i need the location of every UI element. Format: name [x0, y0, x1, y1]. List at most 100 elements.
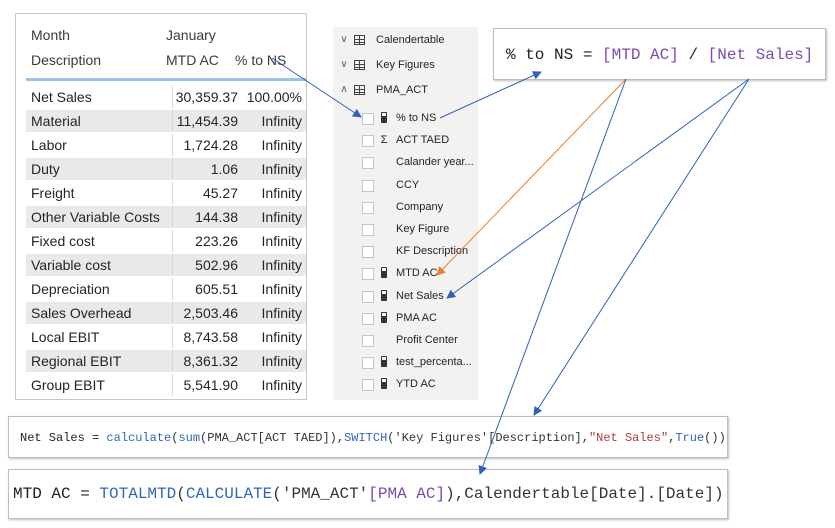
- cell-pct-to-ns: Infinity: [242, 350, 306, 372]
- field-item[interactable]: KF Description: [333, 240, 478, 262]
- table-row[interactable]: Freight 45.27 Infinity: [26, 182, 306, 206]
- row-description: Other Variable Costs: [26, 206, 172, 228]
- field-item[interactable]: MTD AC: [333, 262, 478, 284]
- table-row[interactable]: Sales Overhead 2,503.46 Infinity: [26, 302, 306, 326]
- table-row[interactable]: Duty 1.06 Infinity: [26, 158, 306, 182]
- field-checkbox[interactable]: [362, 379, 374, 392]
- table-icon: [354, 85, 365, 95]
- equals-sign: =: [84, 431, 107, 445]
- table-row[interactable]: Fixed cost 223.26 Infinity: [26, 230, 306, 254]
- field-item[interactable]: CCY: [333, 174, 478, 196]
- field-checkbox[interactable]: [362, 113, 374, 125]
- field-checkbox[interactable]: [362, 335, 374, 347]
- matrix-body: Net Sales 30,359.37 100.00% Material 11,454.…: [26, 86, 306, 398]
- table-icon: [354, 35, 365, 45]
- chevron-down-icon[interactable]: ∨: [338, 29, 350, 51]
- cell-mtd-ac: 1,724.28: [172, 134, 242, 156]
- field-item[interactable]: Net Sales: [333, 285, 478, 307]
- field-table-pma-act[interactable]: ∧ PMA_ACT: [333, 79, 478, 101]
- field-checkbox[interactable]: [362, 157, 374, 170]
- field-checkbox[interactable]: [362, 290, 374, 303]
- row-header-description[interactable]: Description: [31, 52, 101, 68]
- field-checkbox[interactable]: [362, 246, 374, 259]
- table-row[interactable]: Material 11,454.39 Infinity: [26, 110, 306, 134]
- cell-pct-to-ns: Infinity: [242, 110, 306, 132]
- field-checkbox[interactable]: [362, 357, 374, 370]
- cell-mtd-ac: 30,359.37: [172, 86, 242, 108]
- field-checkbox[interactable]: [362, 201, 374, 214]
- measure-name: Net Sales: [20, 431, 85, 445]
- table-row[interactable]: Local EBIT 8,743.58 Infinity: [26, 326, 306, 350]
- paren: (: [176, 485, 186, 503]
- cell-pct-to-ns: Infinity: [261, 329, 302, 345]
- field-item[interactable]: Profit Center: [333, 329, 478, 351]
- table-name: Calendertable: [376, 34, 445, 46]
- field-name: Company: [396, 200, 444, 213]
- field-checkbox[interactable]: [362, 312, 374, 325]
- cell-mtd-ac: 223.26: [172, 230, 242, 252]
- matrix-visual[interactable]: Month Description January MTD AC % to NS…: [15, 13, 307, 400]
- field-checkbox[interactable]: [362, 224, 374, 236]
- field-name: Key Figure: [396, 223, 450, 235]
- column-header-mtd-ac[interactable]: MTD AC: [166, 52, 219, 68]
- cell-mtd-ac: 45.27: [172, 182, 242, 204]
- table-name: Key Figures: [376, 59, 435, 71]
- field-table-calendertable[interactable]: ∨ Calendertable: [333, 29, 478, 51]
- field-name: Net Sales: [396, 289, 444, 302]
- row-description: Group EBIT: [31, 377, 105, 393]
- table-row[interactable]: Labor 1,724.28 Infinity: [26, 134, 306, 158]
- field-item[interactable]: Key Figure: [333, 218, 478, 240]
- row-header-month[interactable]: Month: [31, 27, 70, 43]
- row-description: Freight: [31, 185, 75, 201]
- field-item[interactable]: test_percenta...: [333, 351, 478, 373]
- table-row[interactable]: Depreciation 605.51 Infinity: [26, 278, 306, 302]
- table-row[interactable]: Variable cost 502.96 Infinity: [26, 254, 306, 278]
- measure-name: % to NS: [506, 46, 574, 64]
- field-checkbox[interactable]: [362, 135, 374, 148]
- table-row[interactable]: Net Sales 30,359.37 100.00%: [26, 86, 306, 110]
- field-name: PMA AC: [396, 311, 437, 324]
- field-item[interactable]: Calander year...: [333, 151, 478, 173]
- field-name: % to NS: [396, 112, 437, 124]
- chevron-down-icon[interactable]: ∨: [338, 54, 350, 76]
- field-item[interactable]: PMA AC: [333, 307, 478, 329]
- row-description: Fixed cost: [31, 233, 95, 249]
- formula-mtd-ac[interactable]: MTD AC = TOTALMTD(CALCULATE('PMA_ACT'[PM…: [8, 469, 728, 519]
- field-name: ACT TAED: [396, 134, 450, 147]
- measure-name: MTD AC: [13, 485, 71, 503]
- table-row[interactable]: Other Variable Costs 144.38 Infinity: [26, 206, 306, 230]
- cell-pct-to-ns: Infinity: [242, 302, 306, 324]
- row-description: Local EBIT: [31, 329, 100, 345]
- cell-mtd-ac: 144.38: [172, 206, 242, 228]
- table-row[interactable]: Group EBIT 5,541.90 Infinity: [26, 374, 306, 398]
- function-totalmtd: TOTALMTD: [99, 485, 177, 503]
- table-row[interactable]: Regional EBIT 8,361.32 Infinity: [26, 350, 306, 374]
- field-item[interactable]: % to NS: [333, 107, 478, 129]
- formula-pct-to-ns[interactable]: % to NS = [MTD AC] / [Net Sales]: [493, 28, 826, 80]
- field-item[interactable]: Company: [333, 196, 478, 218]
- column-header-pct-to-ns[interactable]: % to NS: [235, 52, 286, 68]
- row-description: Labor: [31, 137, 67, 153]
- fields-pane: ∨ Calendertable ∨ Key Figures ∧ PMA_ACT …: [333, 27, 478, 400]
- field-checkbox[interactable]: [362, 179, 374, 192]
- cell-mtd-ac: 1.06: [172, 158, 242, 180]
- header-divider: [26, 78, 306, 81]
- arrow-netsales-ref-to-field: [446, 78, 750, 299]
- reference-net-sales: [Net Sales]: [707, 46, 814, 64]
- row-description: Net Sales: [31, 89, 92, 105]
- field-item[interactable]: YTD AC: [333, 373, 478, 395]
- field-table-key-figures[interactable]: ∨ Key Figures: [333, 54, 478, 76]
- cell-pct-to-ns: Infinity: [242, 158, 306, 180]
- row-description: Regional EBIT: [26, 350, 172, 372]
- divide-operator: /: [678, 46, 708, 64]
- closing-parens: ())): [704, 431, 727, 445]
- cell-pct-to-ns: Infinity: [261, 185, 302, 201]
- chevron-up-icon[interactable]: ∧: [338, 79, 350, 101]
- row-description: Material: [26, 110, 172, 132]
- column-group-header[interactable]: January: [166, 27, 216, 43]
- formula-net-sales[interactable]: Net Sales = calculate(sum(PMA_ACT[ACT TA…: [8, 416, 728, 458]
- cell-pct-to-ns: Infinity: [261, 377, 302, 393]
- argument: ),Calendertable[Date].[Date]): [445, 485, 724, 503]
- field-item[interactable]: Σ ACT TAED: [333, 129, 478, 151]
- field-checkbox[interactable]: [362, 268, 374, 281]
